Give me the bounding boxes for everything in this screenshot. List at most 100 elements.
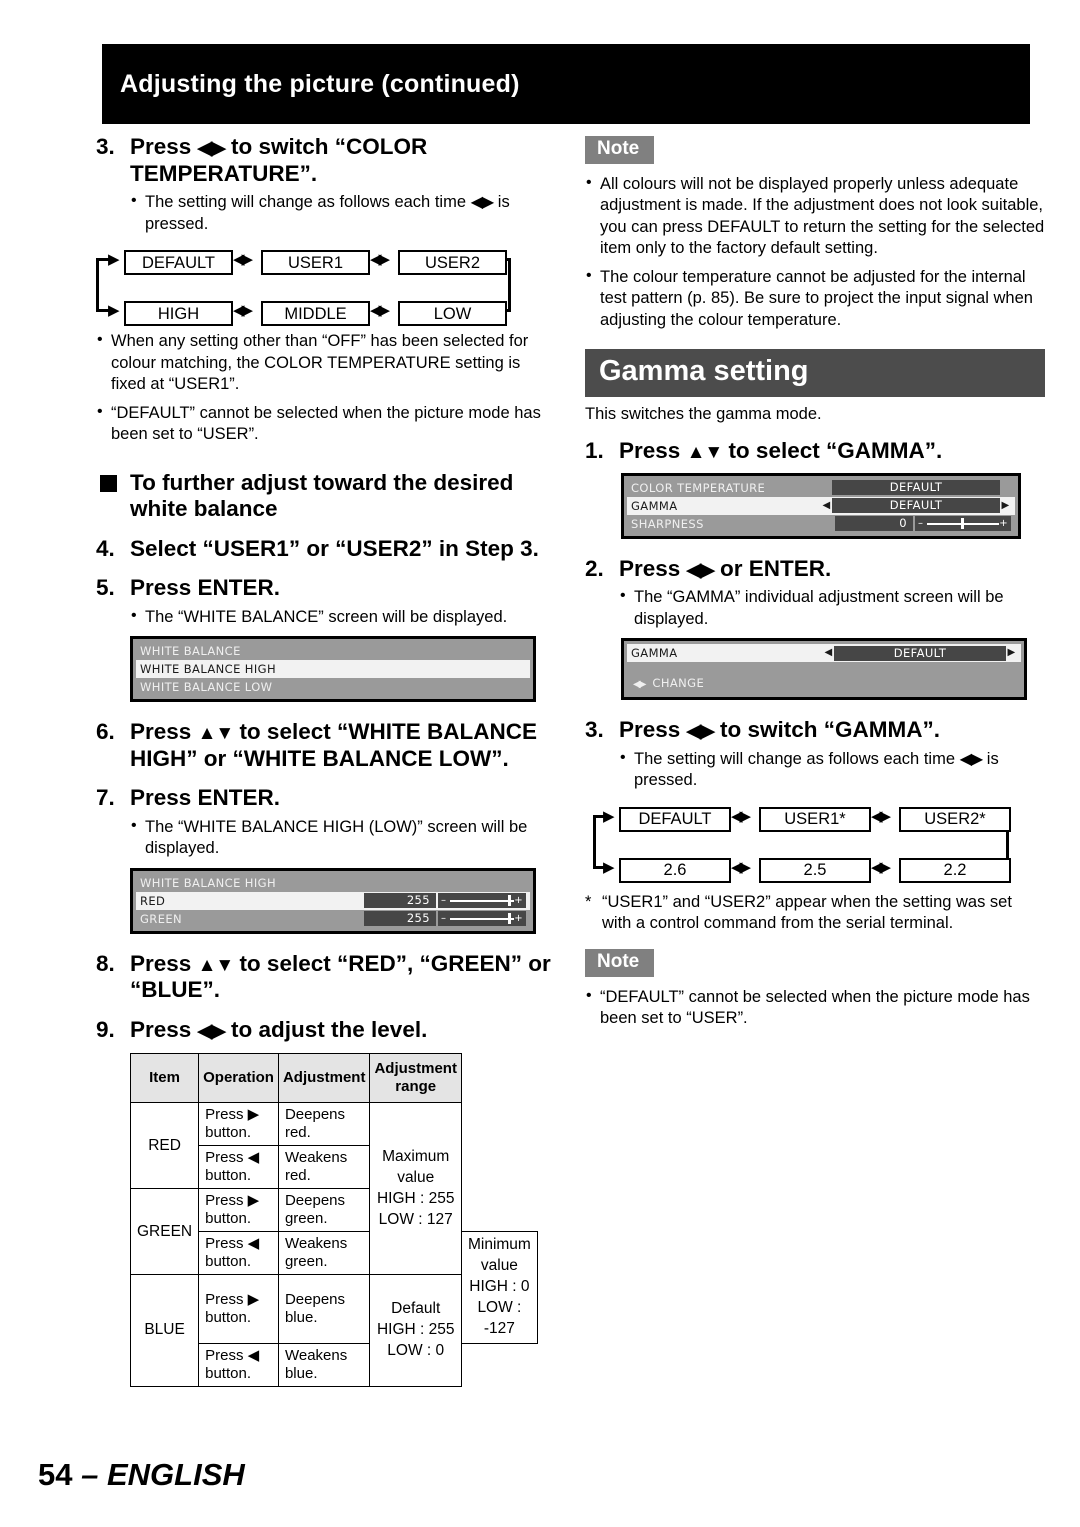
- osd-menu-item-white-balance-high[interactable]: WHITE BALANCE HIGH: [136, 660, 530, 679]
- step-8-text: Press ▲▼ to select “RED”, “GREEN” or “BL…: [130, 951, 556, 1004]
- table-cell-operation: Press ◀ button.: [198, 1342, 279, 1387]
- table-header-operation: Operation: [198, 1053, 279, 1104]
- gamma-step-1-text: Press ▲▼ to select “GAMMA”.: [619, 438, 1045, 465]
- caret-right-icon[interactable]: ▶: [1000, 500, 1011, 511]
- gamma-step-3-bullets: The setting will change as follows each …: [585, 748, 1045, 792]
- slider-knob[interactable]: [961, 518, 964, 530]
- osd-menu-item-color-temperature[interactable]: COLOR TEMPERATURE DEFAULT: [627, 478, 1015, 497]
- osd-slider[interactable]: – +: [915, 516, 1011, 532]
- osd-menu-item-sharpness[interactable]: SHARPNESS 0 – +: [627, 514, 1015, 533]
- step-7-number: 7.: [96, 785, 115, 811]
- op-post: button.: [205, 1253, 251, 1271]
- minus-icon: –: [918, 518, 924, 530]
- step-6-text: Press ▲▼ to select “WHITE BALANCE HIGH” …: [130, 719, 556, 772]
- flow-box: USER2*: [899, 806, 1011, 832]
- minus-icon: –: [441, 913, 447, 925]
- gamma-step-2-bullets: The “GAMMA” individual adjustment screen…: [585, 586, 1045, 630]
- note-tag: Note: [585, 948, 655, 977]
- table-row: GREEN Press ▶ button. Deepens green.: [129, 1188, 538, 1276]
- table-cell-adjustment: Weakens blue.: [277, 1342, 371, 1387]
- note-2-list: “DEFAULT” cannot be selected when the pi…: [585, 986, 1045, 1030]
- left-right-arrow-icon: ◀▶: [197, 1020, 226, 1042]
- footnote-text: “USER1” and “USER2” appear when the sett…: [602, 892, 1012, 933]
- flow-bidirectional-arrow-icon: ◀▶: [731, 807, 751, 825]
- osd-item-label: WHITE BALANCE LOW: [140, 680, 273, 695]
- table-cell-item: RED: [129, 1102, 200, 1190]
- slider-knob[interactable]: [508, 895, 511, 907]
- list-item: The colour temperature cannot be adjuste…: [585, 266, 1045, 331]
- step-3: 3. Press ◀▶ to switch “COLOR TEMPERATURE…: [96, 134, 556, 187]
- flow-loop-left-line: [96, 258, 99, 313]
- osd-item-value: 255: [364, 911, 436, 927]
- osd-title-row: WHITE BALANCE: [136, 642, 530, 660]
- osd-menu-item-gamma[interactable]: GAMMA ◀ DEFAULT ▶: [627, 644, 1021, 663]
- osd-title-row: WHITE BALANCE HIGH: [136, 874, 530, 892]
- osd-item-label: GREEN: [140, 911, 183, 926]
- flow-bidirectional-arrow-icon: ◀▶: [871, 858, 891, 876]
- gamma-step-3-number: 3.: [585, 717, 604, 743]
- section-heading-gamma-setting: Gamma setting: [585, 349, 1045, 398]
- table-cell-range: Maximum value HIGH : 255 LOW : 127: [369, 1102, 462, 1276]
- list-item: All colours will not be displayed proper…: [585, 173, 1045, 260]
- osd-item-label: GAMMA: [631, 498, 678, 513]
- op-post: button.: [205, 1167, 251, 1185]
- flow-loop-right-line: [508, 258, 511, 313]
- gamma-step-3-text-pre: Press: [619, 717, 687, 743]
- table-cell-operation: Press ◀ button.: [198, 1231, 279, 1276]
- plus-icon: +: [999, 518, 1008, 530]
- caret-left-icon[interactable]: ◀: [821, 500, 832, 511]
- step-6-number: 6.: [96, 719, 115, 745]
- gamma-footnote: * “USER1” and “USER2” appear when the se…: [585, 892, 1045, 935]
- flow-box: HIGH: [124, 301, 233, 327]
- step-9-text-post: to adjust the level.: [224, 1016, 428, 1042]
- op-post: button.: [205, 1364, 251, 1382]
- gamma-step-2-text-post: or ENTER.: [713, 555, 832, 581]
- osd-item-value: 0: [835, 516, 913, 532]
- flow-box: 2.6: [619, 857, 731, 883]
- osd-slider[interactable]: – +: [438, 893, 526, 909]
- table-header-adjustment-range: Adjustment range: [369, 1053, 462, 1104]
- gamma-step-2: 2. Press ◀▶ or ENTER.: [585, 556, 1045, 583]
- flow-box: 2.5: [759, 857, 871, 883]
- left-column: 3. Press ◀▶ to switch “COLOR TEMPERATURE…: [96, 134, 556, 1387]
- flow-box: MIDDLE: [261, 301, 370, 327]
- op-pre: Press: [205, 1291, 248, 1309]
- range-line: LOW : -127: [477, 1299, 522, 1337]
- right-column: Note All colours will not be displayed p…: [585, 134, 1045, 1037]
- caret-left-icon[interactable]: ◀: [823, 648, 834, 658]
- plus-icon: +: [514, 913, 523, 925]
- gamma-step-3-text: Press ◀▶ to switch “GAMMA”.: [619, 717, 1045, 744]
- op-post: button.: [205, 1210, 251, 1228]
- step-5-number: 5.: [96, 575, 115, 601]
- range-line: value: [480, 1257, 518, 1275]
- osd-change-hint: ◀▶ CHANGE: [627, 662, 1021, 695]
- osd-change-label: CHANGE: [652, 676, 705, 691]
- step-4-text: Select “USER1” or “USER2” in Step 3.: [130, 535, 539, 561]
- step-7-bullets: The “WHITE BALANCE HIGH (LOW)” screen wi…: [96, 816, 556, 860]
- range-line: Minimum: [467, 1236, 531, 1254]
- gamma-step-1-number: 1.: [585, 438, 604, 464]
- note-block-1: Note All colours will not be displayed p…: [585, 136, 1045, 331]
- step-6: 6. Press ▲▼ to select “WHITE BALANCE HIG…: [96, 719, 556, 772]
- step-8-number: 8.: [96, 950, 115, 976]
- filled-square-icon: [100, 474, 117, 492]
- table-cell-operation: Press ▶ button.: [198, 1188, 279, 1233]
- op-pre: Press: [205, 1106, 248, 1124]
- footnote-star: *: [585, 892, 592, 911]
- plus-icon: +: [514, 895, 523, 907]
- flow-loop-left-line: [593, 814, 596, 869]
- osd-item-value: 255: [364, 893, 436, 909]
- up-down-arrow-icon: ▲▼: [197, 723, 235, 745]
- caret-right-icon[interactable]: ▶: [1006, 648, 1017, 658]
- slider-knob[interactable]: [508, 913, 511, 925]
- osd-menu-item-red[interactable]: RED 255 – +: [136, 891, 530, 910]
- table-cell-adjustment: Deepens blue.: [277, 1274, 371, 1344]
- step-9: 9. Press ◀▶ to adjust the level.: [96, 1017, 556, 1044]
- color-temperature-notes: When any setting other than “OFF” has be…: [96, 330, 556, 445]
- osd-slider[interactable]: – +: [438, 911, 526, 927]
- flow-box: USER1: [261, 250, 370, 276]
- osd-menu-item-green[interactable]: GREEN 255 – +: [136, 909, 530, 928]
- osd-menu-item-white-balance-low[interactable]: WHITE BALANCE LOW: [136, 678, 530, 697]
- left-right-arrow-icon: ◀▶: [197, 138, 226, 159]
- osd-menu-item-gamma[interactable]: GAMMA ◀ DEFAULT ▶: [627, 496, 1015, 515]
